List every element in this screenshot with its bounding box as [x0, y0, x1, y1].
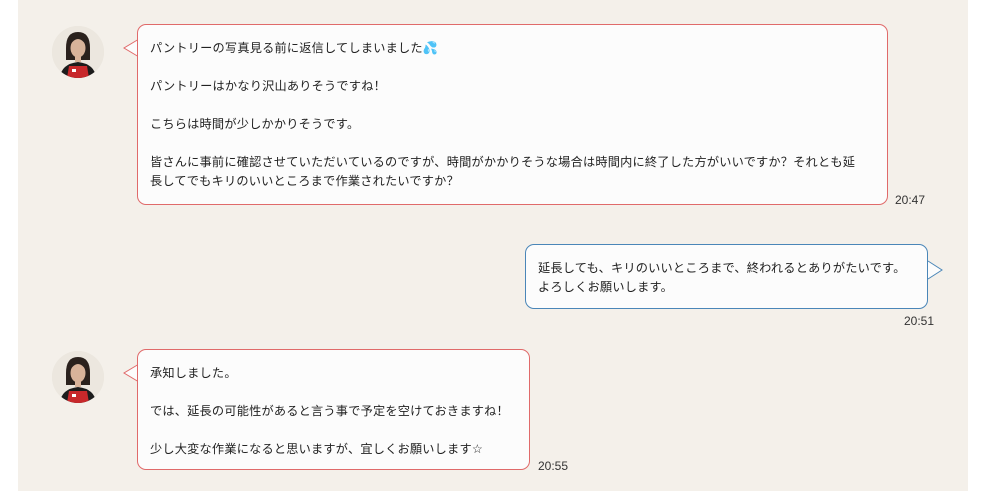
- message-line: では、延長の可能性があると言う事で予定を空けておきますね！: [150, 404, 509, 418]
- message-timestamp: 20:47: [895, 193, 926, 207]
- message-line: 承知しました。: [150, 366, 237, 380]
- message-line: 延長しても、キリのいいところまで、終われるとありがたいです。: [538, 261, 906, 275]
- message-bubble-staff: パントリーの写真見る前に返信してしまいました💦 パントリーはかなり沢山ありそうで…: [137, 24, 888, 205]
- bubble-tail: [927, 260, 943, 280]
- message-line: こちらは時間が少しかかりそうです。: [150, 117, 360, 131]
- message-bubble-customer: 延長しても、キリのいいところまで、終われるとありがたいです。 よろしくお願いしま…: [525, 244, 928, 309]
- message-line: パントリーの写真見る前に返信してしまいました💦: [150, 41, 439, 55]
- message-line: 皆さんに事前に確認させていただいているのですが、時間がかかりそうな場合は時間内に…: [150, 155, 856, 169]
- message-timestamp: 20:55: [538, 459, 569, 473]
- message-line: よろしくお願いします。: [538, 280, 674, 294]
- message-line: 長してでもキリのいいところまで作業されたいですか？: [150, 174, 459, 188]
- message-line: 少し大変な作業になると思いますが、宜しくお願いします☆: [150, 442, 483, 456]
- message-line: パントリーはかなり沢山ありそうですね！: [150, 79, 386, 93]
- chat-thread: パントリーの写真見る前に返信してしまいました💦 パントリーはかなり沢山ありそうで…: [18, 0, 968, 491]
- message-bubble-staff: 承知しました。 では、延長の可能性があると言う事で予定を空けておきますね！ 少し…: [137, 349, 530, 470]
- staff-avatar-icon[interactable]: [52, 351, 104, 403]
- staff-avatar-icon[interactable]: [52, 26, 104, 78]
- message-timestamp: 20:51: [904, 314, 935, 328]
